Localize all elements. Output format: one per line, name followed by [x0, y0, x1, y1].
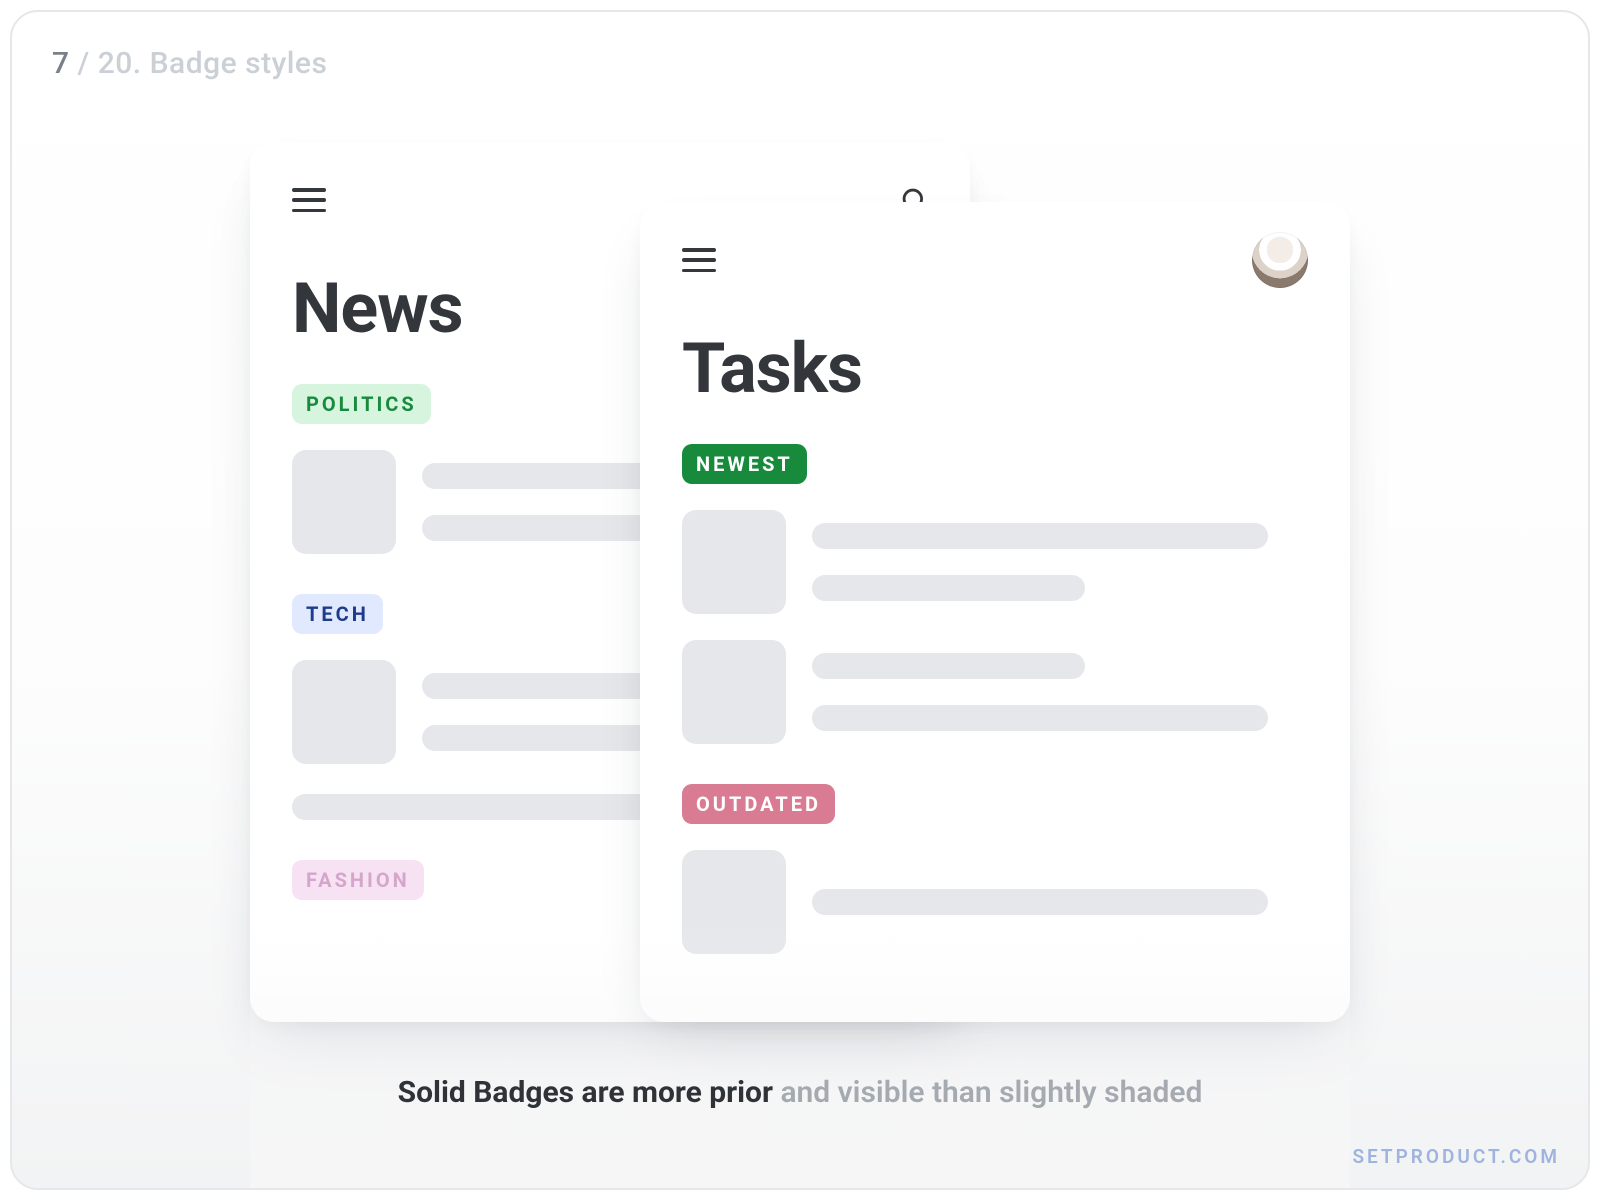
card-tasks: Tasks Newest [640, 202, 1350, 1022]
badge-fashion[interactable]: Fashion [292, 860, 424, 900]
menu-icon[interactable] [292, 188, 326, 212]
tasks-section-outdated: Outdated [682, 784, 1308, 954]
breadcrumb-title: Badge styles [150, 46, 328, 81]
text-placeholder [812, 575, 1085, 601]
thumbnail-placeholder [292, 450, 396, 554]
list-item [682, 640, 1308, 744]
list-item [682, 510, 1308, 614]
thumbnail-placeholder [682, 850, 786, 954]
badge-tech[interactable]: Tech [292, 594, 383, 634]
badge-politics[interactable]: Politics [292, 384, 431, 424]
caption: Solid Badges are more prior and visible … [12, 1075, 1588, 1110]
caption-rest: and visible than slightly shaded [773, 1075, 1202, 1110]
tasks-section-newest: Newest [682, 444, 1308, 744]
breadcrumb-separator: / [70, 46, 98, 81]
text-placeholder [812, 705, 1268, 731]
thumbnail-placeholder [292, 660, 396, 764]
text-placeholder [812, 523, 1268, 549]
watermark: SETPRODUCT.COM [1352, 1145, 1560, 1168]
avatar[interactable] [1252, 232, 1308, 288]
cards-wrapper: News Politics Tech [250, 142, 1350, 1188]
breadcrumb: 7 / 20. Badge styles [52, 46, 327, 81]
badge-newest[interactable]: Newest [682, 444, 807, 484]
text-placeholder [292, 794, 674, 820]
text-placeholder [812, 653, 1085, 679]
card-tasks-header [682, 240, 1308, 280]
breadcrumb-total-pages: 20. [98, 46, 142, 81]
card-tasks-title: Tasks [682, 328, 1308, 410]
badge-outdated[interactable]: Outdated [682, 784, 835, 824]
stage: News Politics Tech [12, 142, 1588, 1188]
thumbnail-placeholder [682, 510, 786, 614]
menu-icon[interactable] [682, 248, 716, 272]
text-placeholder [812, 889, 1268, 915]
breadcrumb-current-page: 7 [52, 46, 70, 81]
list-item [682, 850, 1308, 954]
caption-strong: Solid Badges are more prior [398, 1075, 773, 1110]
slide-frame: 7 / 20. Badge styles News [10, 10, 1590, 1190]
thumbnail-placeholder [682, 640, 786, 744]
